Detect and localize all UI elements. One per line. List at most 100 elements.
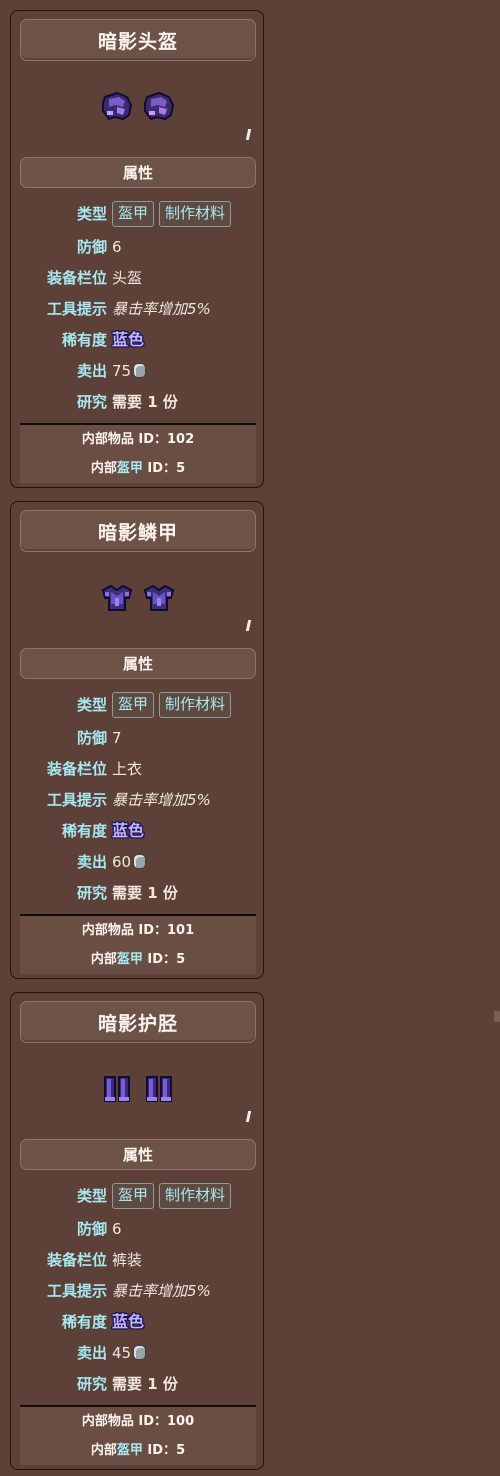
internal-armor-id-suffix: ID：	[142, 952, 177, 967]
research-row: 研究 需要 1 份	[11, 388, 265, 416]
shadow-scalemail-icon	[101, 584, 133, 611]
tooltip-row: 工具提示 暴击率增加5%	[11, 786, 265, 814]
sell-label: 卖出	[76, 1344, 107, 1362]
internal-item-id-row: 内部物品 ID：102	[20, 423, 256, 454]
slot-label: 装备栏位	[46, 1251, 107, 1269]
rarity-row: 稀有度 蓝色	[11, 817, 265, 845]
tooltip-row: 工具提示 暴击率增加5%	[11, 295, 265, 323]
slot-value: 裤装	[112, 1251, 143, 1269]
type-row: 类型 盔甲 制作材料	[11, 1182, 265, 1210]
slot-label: 装备栏位	[46, 269, 107, 287]
internal-armor-id-link[interactable]: 盔甲	[117, 1443, 143, 1458]
shadow-scalemail-icon	[143, 584, 175, 611]
sell-row: 卖出 60	[11, 848, 265, 876]
internal-armor-id: 5	[176, 1443, 186, 1458]
defense-row: 防御 6	[11, 233, 265, 261]
tooltip-value: 暴击率增加5%	[112, 791, 211, 809]
scrollbar-handle[interactable]	[494, 1011, 500, 1022]
item-card-shadow-scalemail: 暗影鳞甲 属性 类型 盔甲 制作材料 防御 7 装备栏位 上衣 工具提示 暴击率…	[10, 501, 264, 979]
internal-armor-id: 5	[176, 952, 186, 967]
attributes-header: 属性	[20, 1139, 256, 1170]
internal-armor-id-row: 内部盔甲 ID：5	[20, 454, 256, 483]
sell-value: 75	[112, 362, 132, 380]
internal-item-id-label: 内部物品 ID：	[81, 923, 167, 938]
type-label: 类型	[76, 205, 107, 223]
internal-armor-id-row: 内部盔甲 ID：5	[20, 945, 256, 974]
internal-armor-id-suffix: ID：	[142, 461, 177, 476]
sell-value: 60	[112, 853, 132, 871]
type-label: 类型	[76, 696, 107, 714]
silver-coin-icon	[133, 363, 147, 378]
item-title: 暗影头盔	[20, 19, 256, 61]
defense-label: 防御	[76, 238, 107, 256]
tick-mark-icon	[245, 1111, 252, 1122]
internal-armor-id-link[interactable]: 盔甲	[117, 952, 143, 967]
internal-item-id: 102	[167, 432, 195, 447]
rarity-label: 稀有度	[61, 1313, 107, 1331]
research-value: 需要 1 份	[112, 1375, 178, 1393]
internal-armor-id-prefix: 内部	[90, 1443, 117, 1458]
type-row: 类型 盔甲 制作材料	[11, 200, 265, 228]
research-row: 研究 需要 1 份	[11, 879, 265, 907]
sell-row: 卖出 45	[11, 1339, 265, 1367]
attributes-header: 属性	[20, 157, 256, 188]
shadow-helmet-icon	[144, 91, 175, 121]
item-title: 暗影鳞甲	[20, 510, 256, 552]
research-label: 研究	[76, 393, 107, 411]
rarity-value: 蓝色	[112, 330, 145, 349]
rarity-label: 稀有度	[61, 822, 107, 840]
tooltip-value: 暴击率增加5%	[112, 1282, 211, 1300]
research-label: 研究	[76, 884, 107, 902]
shadow-greaves-icon	[146, 1076, 172, 1102]
tooltip-label: 工具提示	[46, 1282, 107, 1300]
type-tag-material[interactable]: 制作材料	[159, 201, 232, 227]
research-row: 研究 需要 1 份	[11, 1370, 265, 1398]
type-tag-material[interactable]: 制作材料	[159, 1183, 232, 1209]
internal-item-id-label: 内部物品 ID：	[81, 1414, 167, 1429]
sell-value: 45	[112, 1344, 132, 1362]
tick-mark-icon	[245, 129, 252, 140]
internal-armor-id-prefix: 内部	[90, 461, 117, 476]
internal-item-id-label: 内部物品 ID：	[81, 432, 167, 447]
internal-item-id: 100	[167, 1414, 195, 1429]
type-row: 类型 盔甲 制作材料	[11, 691, 265, 719]
sell-label: 卖出	[76, 362, 107, 380]
slot-row: 装备栏位 头盔	[11, 264, 265, 292]
research-value: 需要 1 份	[112, 884, 178, 902]
internal-armor-id-row: 内部盔甲 ID：5	[20, 1436, 256, 1465]
sell-row: 卖出 75	[11, 357, 265, 385]
tooltip-label: 工具提示	[46, 791, 107, 809]
slot-value: 头盔	[112, 269, 143, 287]
type-label: 类型	[76, 1187, 107, 1205]
shadow-helmet-icon	[102, 91, 133, 121]
defense-label: 防御	[76, 1220, 107, 1238]
shadow-greaves-icon	[104, 1076, 130, 1102]
slot-row: 装备栏位 裤装	[11, 1246, 265, 1274]
internal-item-id-row: 内部物品 ID：101	[20, 914, 256, 945]
defense-label: 防御	[76, 729, 107, 747]
rarity-label: 稀有度	[61, 331, 107, 349]
defense-row: 防御 7	[11, 724, 265, 752]
type-tag-armor[interactable]: 盔甲	[112, 201, 155, 227]
type-tag-material[interactable]: 制作材料	[159, 692, 232, 718]
slot-value: 上衣	[112, 760, 143, 778]
type-tag-armor[interactable]: 盔甲	[112, 692, 155, 718]
rarity-row: 稀有度 蓝色	[11, 1308, 265, 1336]
internal-armor-id: 5	[176, 461, 186, 476]
slot-row: 装备栏位 上衣	[11, 755, 265, 783]
slot-label: 装备栏位	[46, 760, 107, 778]
defense-value: 7	[112, 729, 122, 747]
silver-coin-icon	[133, 1345, 147, 1360]
tooltip-label: 工具提示	[46, 300, 107, 318]
item-icons	[11, 580, 263, 620]
research-label: 研究	[76, 1375, 107, 1393]
attributes-header: 属性	[20, 648, 256, 679]
defense-value: 6	[112, 1220, 122, 1238]
item-icons	[11, 89, 263, 129]
rarity-value: 蓝色	[112, 821, 145, 840]
internal-armor-id-prefix: 内部	[90, 952, 117, 967]
item-icons	[11, 1071, 263, 1111]
internal-armor-id-link[interactable]: 盔甲	[117, 461, 143, 476]
type-tag-armor[interactable]: 盔甲	[112, 1183, 155, 1209]
defense-value: 6	[112, 238, 122, 256]
